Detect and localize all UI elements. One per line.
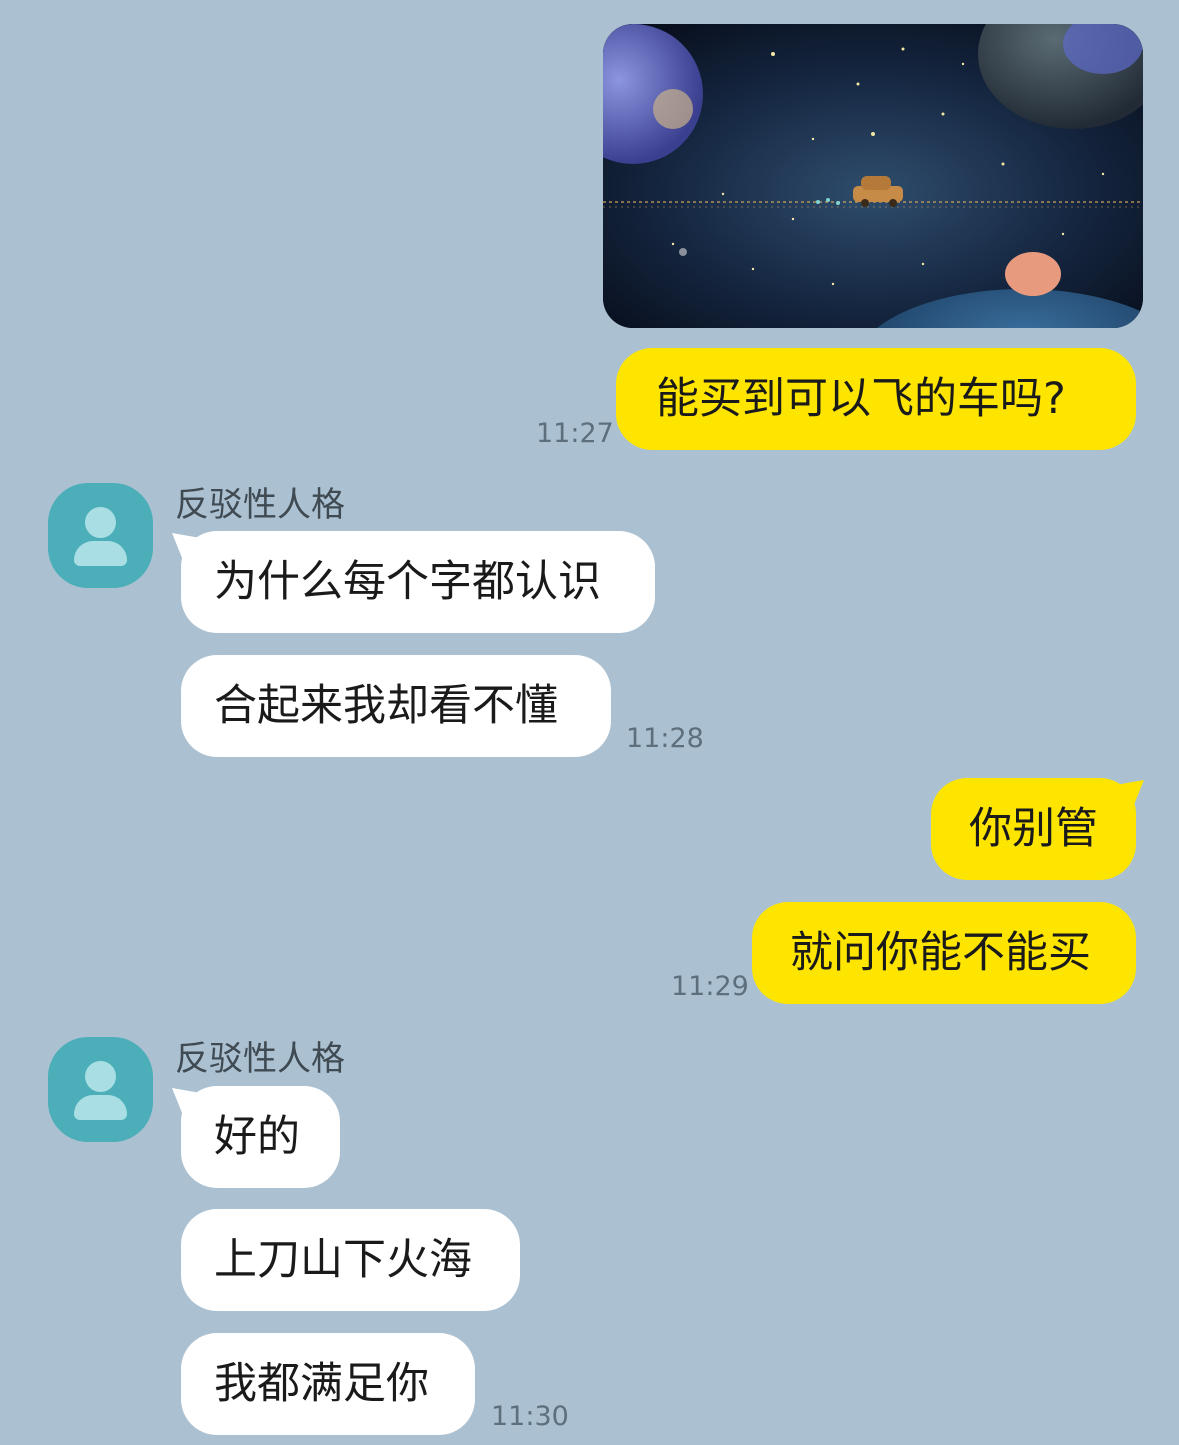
sender-name: 反驳性人格 (175, 1039, 345, 1079)
outgoing-message[interactable]: 就问你能不能买 (752, 902, 1136, 1004)
timestamp: 11:27 (536, 418, 614, 449)
outgoing-message[interactable]: 你别管 (931, 778, 1136, 880)
timestamp: 11:28 (626, 723, 704, 754)
incoming-message[interactable]: 我都满足你 (181, 1333, 475, 1435)
image-message[interactable] (603, 24, 1143, 328)
space-car-image (603, 24, 1143, 328)
outgoing-message[interactable]: 能买到可以飞的车吗? (616, 348, 1136, 450)
timestamp: 11:29 (671, 971, 749, 1002)
incoming-message[interactable]: 合起来我却看不懂 (181, 655, 611, 757)
sender-name: 反驳性人格 (175, 485, 345, 525)
timestamp: 11:30 (491, 1401, 569, 1432)
avatar[interactable] (48, 483, 153, 588)
avatar[interactable] (48, 1037, 153, 1142)
incoming-message[interactable]: 上刀山下火海 (181, 1209, 520, 1311)
incoming-message[interactable]: 好的 (181, 1086, 340, 1188)
person-icon (85, 1061, 116, 1092)
incoming-message[interactable]: 为什么每个字都认识 (181, 531, 655, 633)
person-icon (85, 507, 116, 538)
